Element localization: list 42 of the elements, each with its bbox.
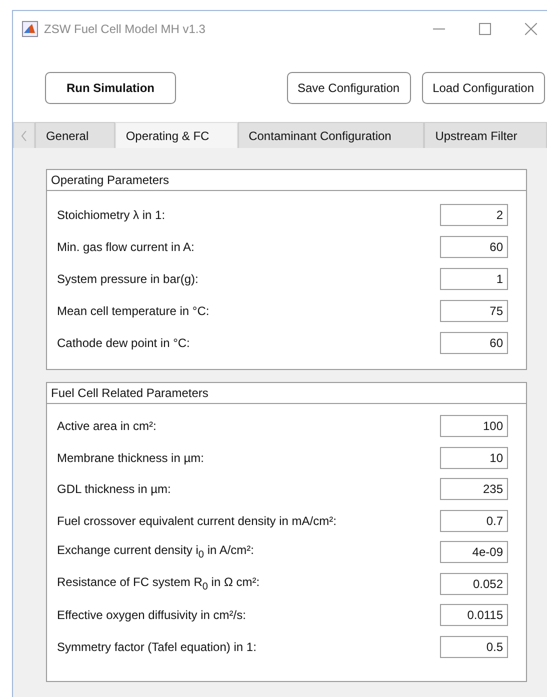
field-label: Effective oxygen diffusivity in cm²/s: [57,608,246,622]
input-field[interactable]: 0.0115 [440,604,508,626]
field-label: Membrane thickness in µm: [57,450,204,464]
run-button[interactable]: Run Simulation [45,72,176,104]
tab[interactable]: Upstream Filter [424,122,547,148]
field-label: Active area in cm²: [57,419,156,433]
input-field[interactable]: 235 [440,478,508,500]
field-label: Mean cell temperature in °C: [57,304,210,318]
input-field[interactable]: 100 [440,415,508,437]
input-field[interactable]: 2 [440,204,508,226]
field-label: Min. gas flow current in A: [57,240,194,254]
input-field[interactable]: 1 [440,268,508,290]
field-label: System pressure in bar(g): [57,272,198,286]
input-field[interactable]: 75 [440,300,508,322]
input-field[interactable]: 60 [440,236,508,258]
field-label: Stoichiometry λ in 1: [57,208,166,222]
panel-title: Fuel Cell Related Parameters [47,383,526,404]
input-field[interactable]: 0.5 [440,636,508,658]
chevron-left-icon [20,130,27,140]
maximize-icon [479,22,491,34]
input-field[interactable]: 0.7 [440,510,508,532]
config-button[interactable]: Load Configuration [422,72,545,104]
input-field[interactable]: 60 [440,332,508,354]
input-field[interactable]: 10 [440,446,508,468]
window-title: ZSW Fuel Cell Model MH v1.3 [44,22,206,36]
close-icon [525,22,537,34]
field-label: Cathode dew point in °C: [57,336,190,350]
close-button[interactable] [525,22,537,34]
config-button[interactable]: Save Configuration [286,72,411,104]
tab[interactable]: Contaminant Configuration [238,122,424,148]
field-label: Exchange current density i$_{0}$ in A/cm²: [57,543,254,561]
app-logo-icon [22,20,38,36]
input-field[interactable]: 4e-09 [440,541,508,563]
field-label: Resistance of FC system R$_{0}$ in Ω cm²: [57,574,260,592]
field-label: Symmetry factor (Tafel equation) in 1: [57,640,256,654]
tab[interactable]: Operating & FC [114,122,238,148]
tab[interactable]: General [34,122,115,148]
input-field[interactable]: 0.052 [440,572,508,594]
panel-title: Operating Parameters [47,170,526,191]
field-label: GDL thickness in µm: [57,482,171,496]
field-label: Fuel crossover equivalent current density in mA/cm²: [57,514,336,528]
maximize-button[interactable] [479,22,491,34]
